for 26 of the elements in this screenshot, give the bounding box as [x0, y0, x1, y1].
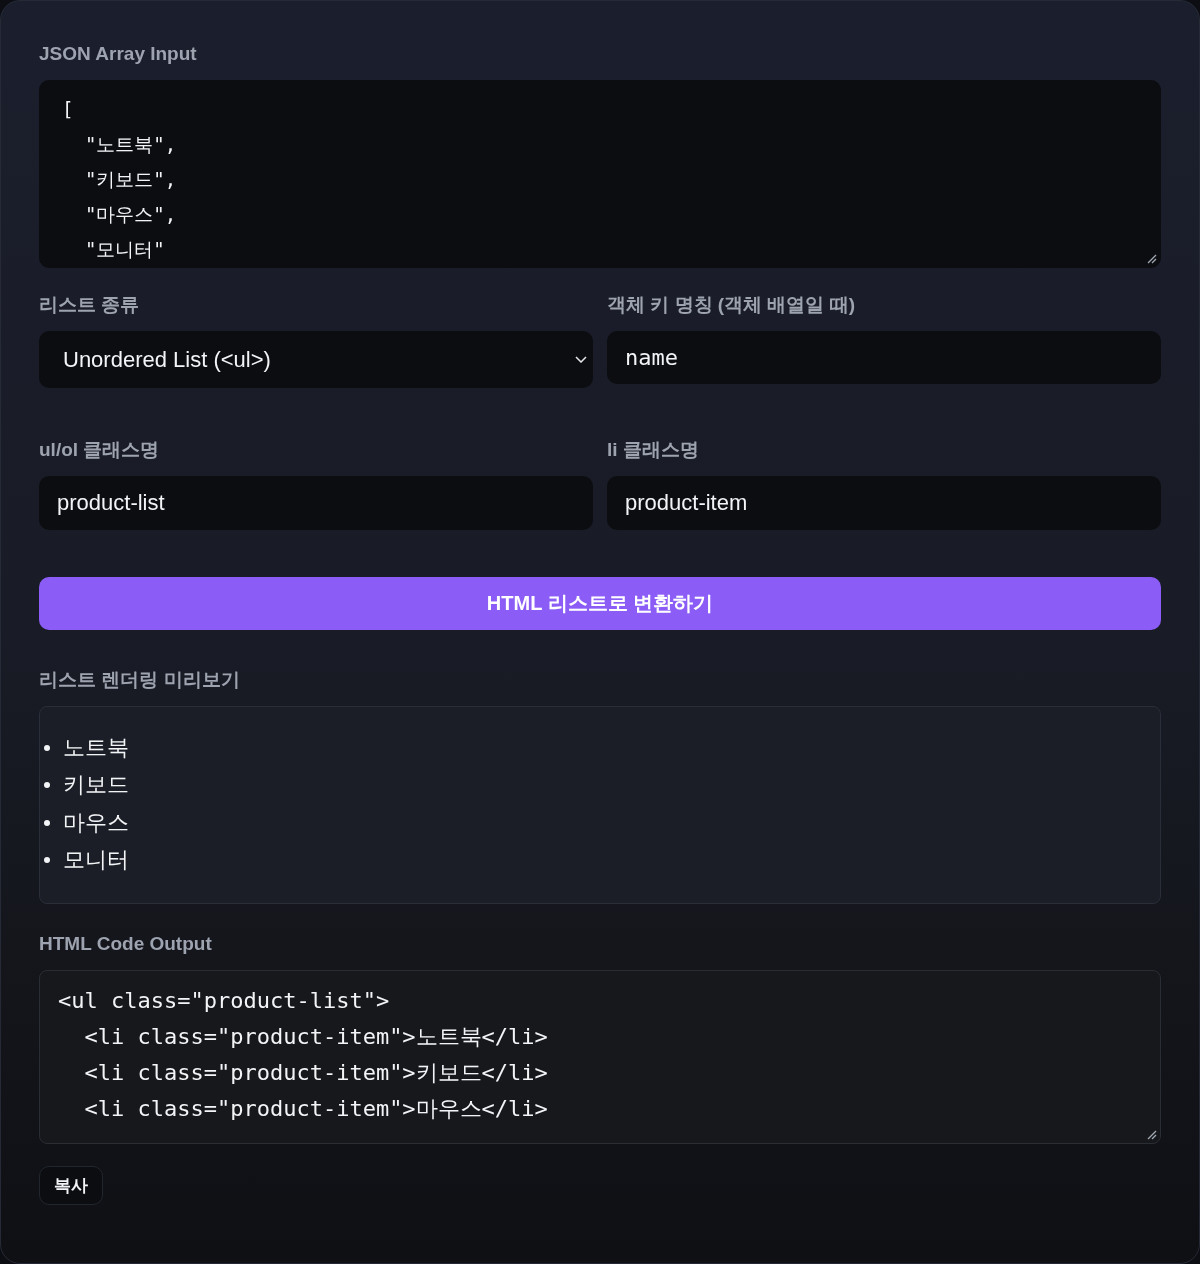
- field-label: 객체 키 명칭 (객체 배열일 때): [607, 293, 857, 317]
- dropdown-select[interactable]: Unordered List (<ul>): [39, 331, 593, 388]
- copy-button[interactable]: 복사: [39, 1166, 103, 1205]
- json-input-field[interactable]: [ "노트북", "키보드", "마우스", "모니터": [39, 80, 1161, 268]
- field-label: li 클래스명: [607, 438, 700, 462]
- bullet-icon: [44, 819, 50, 826]
- resize-handle-icon[interactable]: [1147, 254, 1157, 264]
- field-label: 리스트 렌더링 미리보기: [39, 668, 241, 692]
- list-item-text: 모니터: [63, 846, 129, 875]
- input-field[interactable]: product-item: [607, 476, 1161, 530]
- field-label: 리스트 종류: [39, 293, 141, 317]
- chevron-down-icon: [575, 356, 587, 363]
- field-label: HTML Code Output: [39, 932, 213, 956]
- code-output-field[interactable]: <ul class="product-list"> <li class="product-item">노트북</li> <li class="product-item">키보드</li> <li class="product-item">마우스</li>: [39, 970, 1161, 1144]
- resize-handle-icon[interactable]: [1147, 1130, 1157, 1140]
- bullet-icon: [44, 857, 50, 864]
- bullet-icon: [44, 744, 50, 751]
- input-field[interactable]: product-list: [39, 476, 593, 530]
- field-label: ul/ol 클래스명: [39, 438, 161, 462]
- field-label: JSON Array Input: [39, 42, 198, 66]
- list-item-text: 마우스: [63, 808, 129, 837]
- list-item-text: 키보드: [63, 771, 129, 800]
- convert-button[interactable]: HTML 리스트로 변환하기: [39, 577, 1161, 630]
- bullet-icon: [44, 782, 50, 789]
- list-item-text: 노트북: [63, 733, 129, 762]
- input-field[interactable]: name: [607, 331, 1161, 384]
